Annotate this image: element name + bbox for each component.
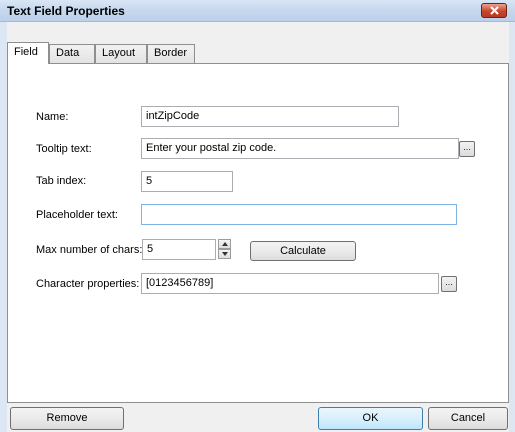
- spin-up-button[interactable]: [218, 239, 231, 249]
- remove-button[interactable]: Remove: [10, 407, 124, 430]
- field-properties-panel: Name: intZipCode Tooltip text: Enter you…: [7, 63, 509, 403]
- window-title: Text Field Properties: [7, 4, 125, 18]
- tab-index-input[interactable]: 5: [141, 171, 233, 192]
- dialog-body: Field Data Layout Border Name: intZipCod…: [0, 22, 515, 432]
- placeholder-label: Placeholder text:: [36, 209, 118, 221]
- title-bar: Text Field Properties: [0, 0, 515, 22]
- spin-down-button[interactable]: [218, 249, 231, 259]
- name-label: Name:: [36, 111, 69, 123]
- placeholder-input[interactable]: [141, 204, 457, 225]
- tab-data[interactable]: Data: [49, 44, 95, 63]
- tooltip-browse-button[interactable]: ...: [459, 141, 475, 157]
- max-chars-label: Max number of chars:: [36, 244, 143, 256]
- tab-field[interactable]: Field: [7, 42, 49, 64]
- max-chars-input[interactable]: 5: [142, 239, 216, 260]
- tab-layout[interactable]: Layout: [95, 44, 147, 63]
- tab-border[interactable]: Border: [147, 44, 195, 63]
- close-icon: [490, 6, 499, 15]
- tooltip-label: Tooltip text:: [36, 143, 92, 155]
- arrow-down-icon: [222, 252, 228, 256]
- char-props-browse-button[interactable]: ...: [441, 276, 457, 292]
- calculate-button[interactable]: Calculate: [250, 241, 356, 261]
- char-props-label: Character properties:: [36, 278, 140, 290]
- cancel-button[interactable]: Cancel: [428, 407, 508, 430]
- name-input[interactable]: intZipCode: [141, 106, 399, 127]
- char-props-input[interactable]: [0123456789]: [141, 273, 439, 294]
- tab-index-label: Tab index:: [36, 175, 87, 187]
- ok-button[interactable]: OK: [318, 407, 423, 430]
- close-button[interactable]: [481, 3, 507, 18]
- max-chars-spinner[interactable]: [218, 239, 231, 259]
- tooltip-input[interactable]: Enter your postal zip code.: [141, 138, 459, 159]
- arrow-up-icon: [222, 242, 228, 246]
